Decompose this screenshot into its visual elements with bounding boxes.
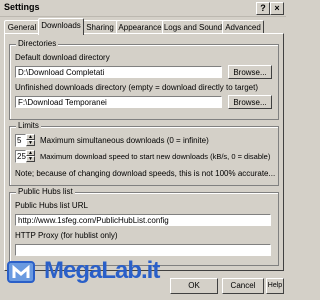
browse-default-button[interactable]: Browse...	[228, 65, 272, 79]
tab-appearance[interactable]: Appearance	[116, 20, 164, 34]
downloads-panel: Directories Default download directory D…	[4, 33, 284, 271]
spin-down-icon[interactable]: ▼	[26, 140, 35, 146]
hublist-url-label: Public Hubs list URL	[15, 201, 88, 210]
max-speed-spinner[interactable]: 25 ▲ ▼	[15, 150, 35, 163]
directories-group: Directories Default download directory D…	[9, 39, 279, 120]
close-icon[interactable]: ×	[270, 2, 284, 15]
tab-sharing[interactable]: Sharing	[82, 20, 118, 34]
unfinished-directory-field[interactable]: F:\Download Temporanei	[15, 96, 222, 108]
spin-down-icon[interactable]: ▼	[26, 156, 35, 162]
limits-group: Limits 5 ▲ ▼ Maximum simultaneous downlo…	[9, 121, 279, 186]
megalab-watermark: MegaLab.it	[6, 252, 166, 296]
tab-general[interactable]: General	[4, 20, 40, 34]
max-speed-value[interactable]: 25	[15, 150, 26, 163]
max-simultaneous-spinner[interactable]: 5 ▲ ▼	[15, 134, 35, 147]
help-button[interactable]: Help	[266, 278, 284, 294]
browse-unfinished-button[interactable]: Browse...	[228, 95, 272, 109]
tab-logs-and-sound[interactable]: Logs and Sound	[162, 20, 224, 34]
watermark-text: MegaLab.it	[44, 257, 160, 284]
http-proxy-label: HTTP Proxy (for hublist only)	[15, 231, 118, 240]
cancel-button[interactable]: Cancel	[222, 278, 264, 294]
hublist-url-field[interactable]: http://www.1sfeg.com/PublicHubList.confi…	[15, 214, 271, 226]
window-title: Settings	[4, 2, 40, 12]
help-title-button[interactable]: ?	[256, 2, 270, 15]
hublist-title: Public Hubs list	[16, 187, 75, 196]
default-directory-label: Default download directory	[15, 53, 110, 62]
ok-button[interactable]: OK	[170, 278, 218, 294]
tab-advanced[interactable]: Advanced	[222, 20, 264, 34]
max-simultaneous-label: Maximum simultaneous downloads (0 = infi…	[40, 136, 209, 145]
limits-title: Limits	[16, 121, 41, 130]
max-simultaneous-value[interactable]: 5	[15, 134, 26, 147]
megalab-logo-icon	[7, 261, 35, 283]
directories-title: Directories	[16, 39, 59, 48]
default-directory-field[interactable]: D:\Download Completati	[15, 66, 222, 78]
unfinished-directory-label: Unfinished downloads directory (empty = …	[15, 83, 259, 92]
title-bar: Settings ? ×	[0, 0, 286, 17]
limits-note: Note; because of changing download speed…	[15, 169, 276, 178]
tab-downloads[interactable]: Downloads	[38, 18, 84, 35]
max-speed-label: Maximum download speed to start new down…	[40, 152, 271, 161]
